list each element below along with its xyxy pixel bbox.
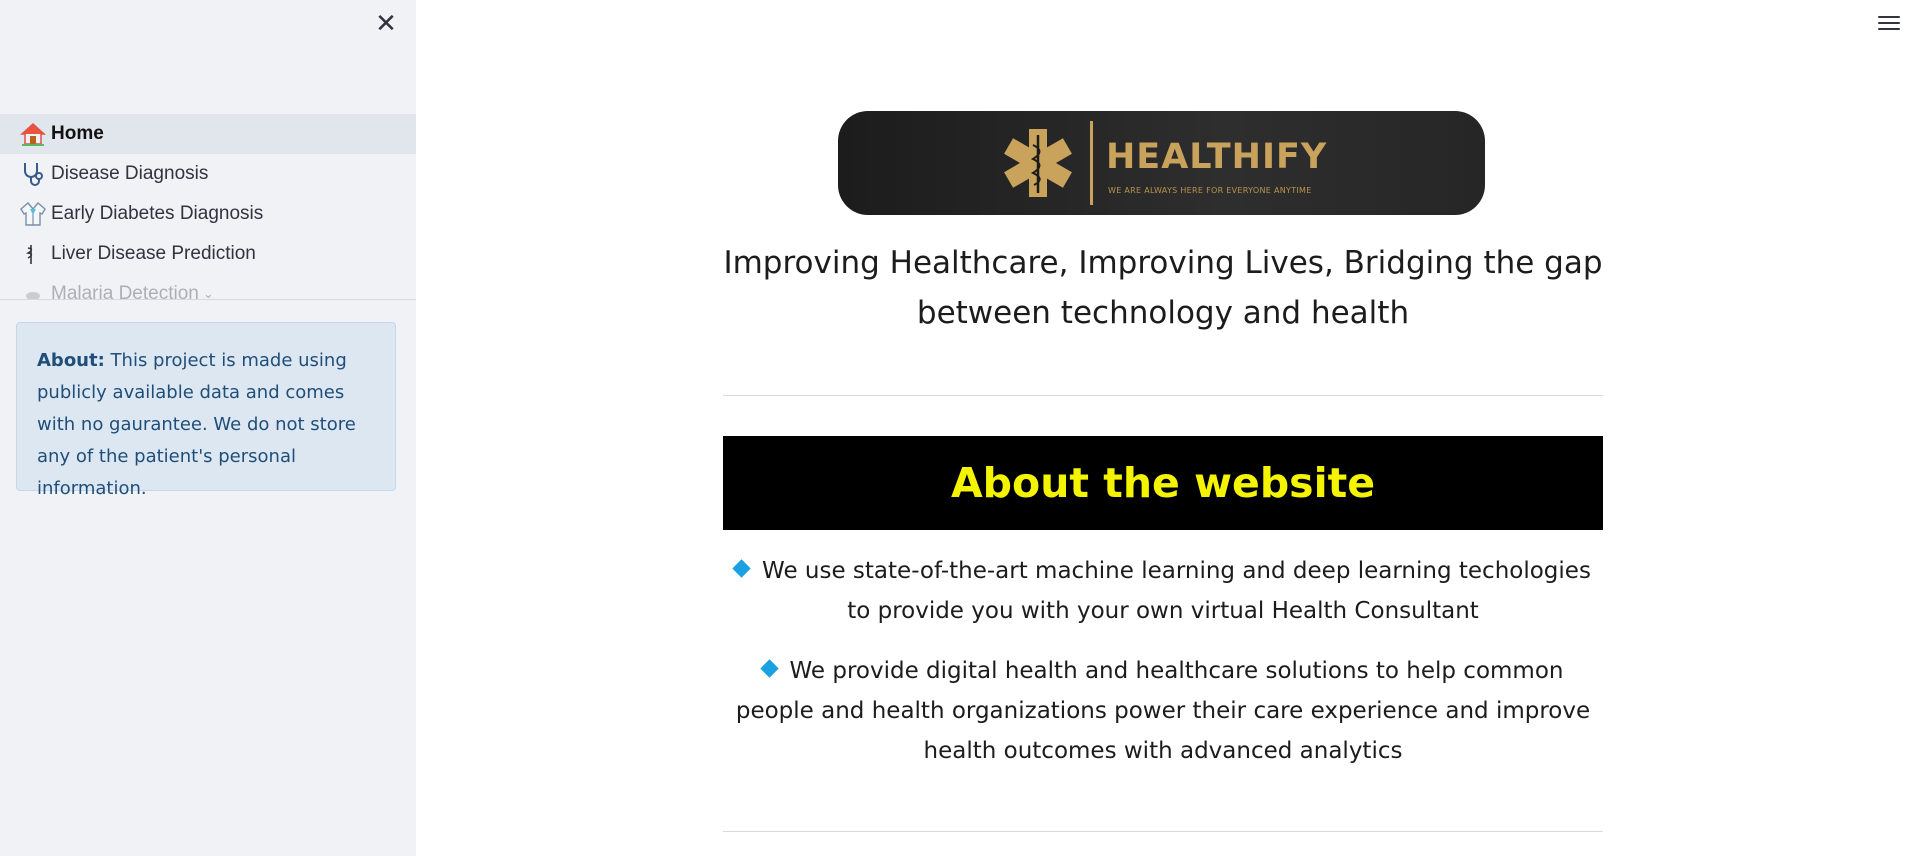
sidebar-item-malaria-detection[interactable]: Malaria Detection ⌄ <box>0 274 416 300</box>
bullet-text: We use state-of-the-art machine learning… <box>762 558 1591 624</box>
sidebar-item-home[interactable]: Home <box>0 114 416 154</box>
stethoscope-icon <box>18 160 48 188</box>
hamburger-icon <box>1878 16 1900 18</box>
sidebar-item-early-diabetes-diagnosis[interactable]: Early Diabetes Diagnosis <box>0 194 416 234</box>
caduceus-icon <box>18 240 48 268</box>
sidebar-item-label: Disease Diagnosis <box>51 163 209 184</box>
sidebar-nav: Home Disease Diagnosis Early Diabetes Di… <box>0 114 416 300</box>
bullet-item: We use state-of-the-art machine learning… <box>723 551 1603 631</box>
section-title: About the website <box>723 436 1603 530</box>
main-content: HEALTHIFY WE ARE ALWAYS HERE FOR EVERYON… <box>416 0 1915 856</box>
about-text: This project is made using publicly avai… <box>37 350 356 499</box>
close-icon: ✕ <box>375 9 397 39</box>
logo-title: HEALTHIFY <box>1106 137 1328 177</box>
star-of-life-icon <box>1004 129 1072 197</box>
bullet-text: We provide digital health and healthcare… <box>735 658 1591 764</box>
about-info-box: About: This project is made using public… <box>16 322 396 499</box>
diamond-icon <box>732 559 751 578</box>
bullet-item: We provide digital health and healthcare… <box>723 651 1603 771</box>
sidebar-item-label: Early Diabetes Diagnosis <box>51 203 264 224</box>
lab-coat-icon <box>18 200 48 228</box>
logo-divider <box>1090 121 1093 205</box>
healthify-logo: HEALTHIFY WE ARE ALWAYS HERE FOR EVERYON… <box>838 111 1485 215</box>
sidebar-item-label: Home <box>51 123 104 144</box>
divider <box>723 831 1603 832</box>
divider <box>723 395 1603 396</box>
menu-button[interactable] <box>1875 10 1903 36</box>
close-sidebar-button[interactable]: ✕ <box>372 10 400 38</box>
sidebar-item-liver-disease-prediction[interactable]: Liver Disease Prediction <box>0 234 416 274</box>
diamond-icon <box>759 659 779 678</box>
tagline: Improving Healthcare, Improving Lives, B… <box>723 245 1603 331</box>
sidebar-item-label: Malaria Detection <box>51 283 199 300</box>
chevron-down-icon: ⌄ <box>202 286 214 300</box>
mosquito-icon <box>18 280 48 299</box>
logo-subtitle: WE ARE ALWAYS HERE FOR EVERYONE ANYTIME <box>1108 186 1312 195</box>
sidebar: ✕ Home Disease Diagnosis Early Diabetes … <box>0 0 416 856</box>
sidebar-item-label: Liver Disease Prediction <box>51 243 256 264</box>
about-label: About: <box>37 350 105 371</box>
app-root: ✕ Home Disease Diagnosis Early Diabetes … <box>0 0 1915 856</box>
house-icon <box>18 120 48 148</box>
sidebar-item-disease-diagnosis[interactable]: Disease Diagnosis <box>0 154 416 194</box>
